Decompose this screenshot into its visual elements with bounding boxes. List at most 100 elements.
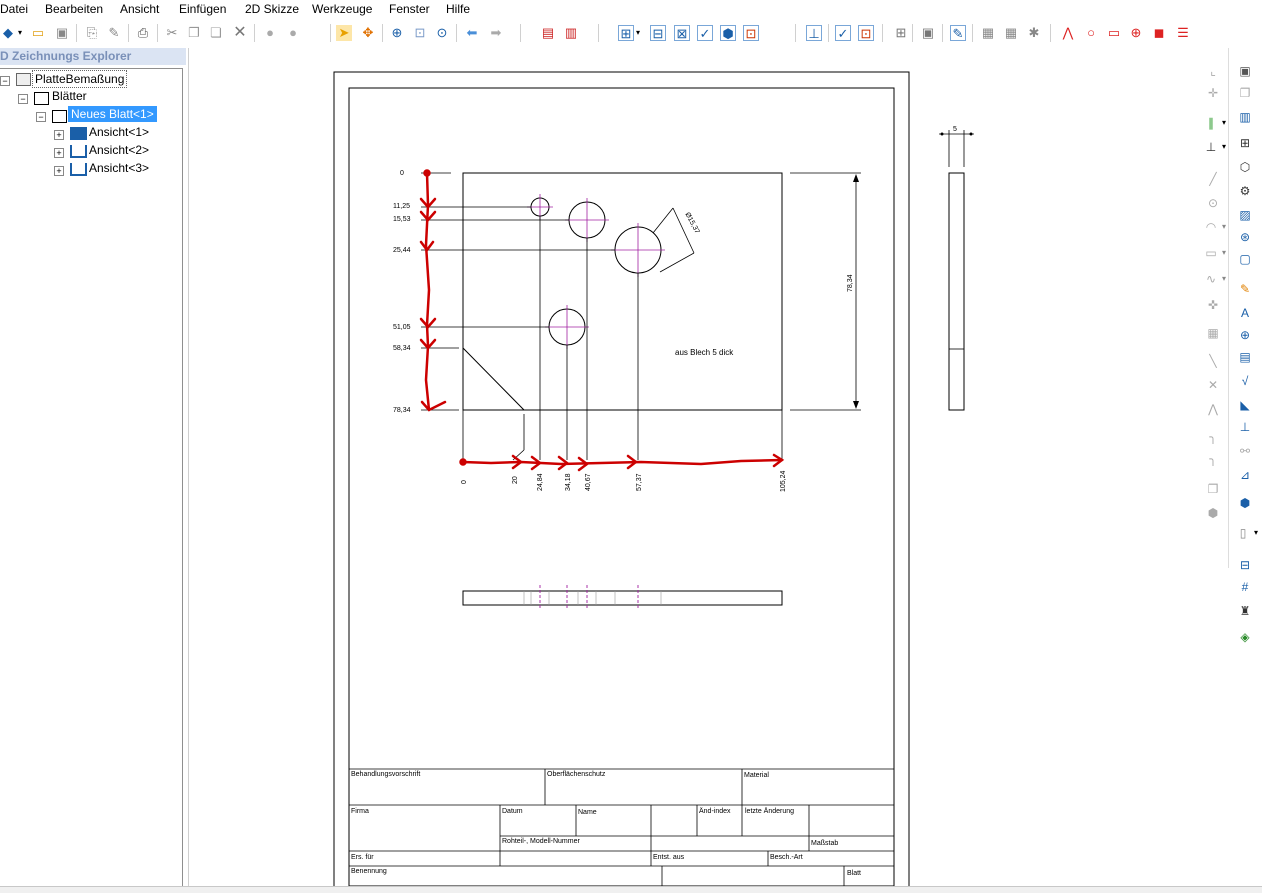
chevron-down-icon[interactable]: ▾ [1252, 526, 1260, 540]
3d-view-icon[interactable]: ⬢ [720, 25, 736, 41]
hatch-icon[interactable]: ⊕ [1128, 25, 1144, 41]
rectangle-tool-icon[interactable]: ▭ [1204, 246, 1218, 260]
collapse-toggle-icon[interactable]: − [0, 76, 10, 86]
tree-view-2[interactable]: Ansicht<2> [89, 142, 149, 158]
select-cursor-icon[interactable]: ➤ [336, 25, 352, 41]
shape-icon[interactable]: ⬢ [1238, 496, 1252, 510]
layers-icon[interactable]: ❐ [1238, 86, 1252, 100]
drawing-canvas[interactable]: Ø15,37 78,34 0 11,25 15,53 25,44 51,05 5… [188, 48, 1199, 892]
tools-icon[interactable]: ✱ [1026, 25, 1042, 41]
circle-icon[interactable]: ○ [1083, 25, 1099, 41]
parallel-lines-icon[interactable]: ∥ [1204, 116, 1218, 130]
chevron-down-icon[interactable]: ▾ [16, 25, 24, 41]
panel-icon[interactable]: ▥ [1238, 110, 1252, 124]
fillet-icon[interactable]: ╮ [1206, 430, 1220, 444]
polyline-icon[interactable]: ⋀ [1060, 25, 1076, 41]
auto-dimension-icon[interactable]: ✓ [835, 25, 851, 41]
arc-icon[interactable]: ◠ [1204, 220, 1218, 234]
chevron-down-icon[interactable]: ▾ [1220, 140, 1228, 154]
cut-icon[interactable]: ✂ [164, 25, 180, 41]
chevron-down-icon[interactable]: ▾ [1220, 116, 1228, 130]
table-icon[interactable]: ▦ [980, 25, 996, 41]
spline-icon[interactable]: ∿ [1204, 272, 1218, 286]
paste-icon[interactable]: ❏ [208, 25, 224, 41]
hole-table-icon[interactable]: ⊞ [893, 25, 909, 41]
chevron-down-icon[interactable]: ▾ [1220, 220, 1228, 234]
view-insert-icon[interactable]: ⊞ [618, 25, 634, 41]
zoom-in-icon[interactable]: ⊕ [389, 25, 405, 41]
surface-finish-icon[interactable]: √ [1238, 374, 1252, 388]
cube-edit-icon[interactable]: ⬡ [1238, 160, 1252, 174]
arrow-forward-icon[interactable]: ➡ [488, 25, 504, 41]
layer-stack-icon[interactable]: ◈ [1238, 630, 1252, 644]
export-dxf-icon[interactable]: ▥ [563, 25, 579, 41]
bom-table-icon[interactable]: ▦ [1003, 25, 1019, 41]
tree-structure-icon[interactable]: ⊞ [1238, 136, 1252, 150]
menu-hilfe[interactable]: Hilfe [446, 2, 470, 16]
datum-icon[interactable]: ▤ [1238, 350, 1252, 364]
baseline-dimension-icon[interactable]: ⊡ [858, 25, 874, 41]
arrow-back-icon[interactable]: ⬅ [464, 25, 480, 41]
undo-icon[interactable]: ● [262, 25, 278, 41]
line-icon[interactable]: ╱ [1206, 172, 1220, 186]
collapse-toggle-icon[interactable]: − [36, 112, 46, 122]
expand-toggle-icon[interactable]: + [54, 166, 64, 176]
collapse-toggle-icon[interactable]: − [18, 94, 28, 104]
point-icon[interactable]: ✛ [1206, 86, 1220, 100]
expand-toggle-icon[interactable]: + [54, 130, 64, 140]
detail-view-icon[interactable]: ✓ [697, 25, 713, 41]
settings-icon[interactable]: ⚙ [1238, 184, 1252, 198]
edit-icon[interactable]: ✎ [106, 25, 122, 41]
symbol-icon[interactable]: ⊛ [1238, 230, 1252, 244]
tree-sheets[interactable]: Blätter [52, 88, 87, 104]
zoom-window-icon[interactable]: ⊡ [412, 25, 428, 41]
centermark-icon[interactable]: ✜ [1206, 298, 1220, 312]
print-icon[interactable]: ⎙ [135, 25, 151, 41]
leader-icon[interactable]: ⊿ [1238, 468, 1252, 482]
copy-entity-icon[interactable]: ❐ [1206, 482, 1220, 496]
hatch-fill-icon[interactable]: ▦ [1206, 326, 1220, 340]
document-icon[interactable]: ▯ [1236, 526, 1250, 540]
text-tool-icon[interactable]: A [1238, 306, 1252, 320]
chain-icon[interactable]: ⚯ [1238, 444, 1252, 458]
tree-root[interactable]: PlatteBemaßung [32, 70, 128, 88]
delete-icon[interactable]: ✕ [232, 25, 248, 41]
stamp-tool-icon[interactable]: ♜ [1238, 604, 1252, 618]
tree-view-3[interactable]: Ansicht<3> [89, 160, 149, 176]
hatch-pattern-icon[interactable]: ▨ [1238, 208, 1252, 222]
cross-icon[interactable]: ✕ [1206, 378, 1220, 392]
section-view-icon[interactable]: ⊠ [674, 25, 690, 41]
zoom-fit-icon[interactable]: ⊙ [434, 25, 450, 41]
copy-icon[interactable]: ❐ [186, 25, 202, 41]
new-document-icon[interactable]: ◆ [0, 25, 16, 41]
list-icon[interactable]: ☰ [1175, 25, 1191, 41]
insert-icon[interactable]: ⎘ [84, 25, 100, 41]
note-pencil-icon[interactable]: ✎ [1238, 282, 1252, 296]
tree-view-1[interactable]: Ansicht<1> [89, 124, 149, 140]
globe-icon[interactable]: ⊕ [1238, 328, 1252, 342]
chevron-down-icon[interactable]: ▾ [1220, 272, 1228, 286]
camera-view-icon[interactable]: ▣ [1238, 64, 1252, 78]
dimension-smart-icon[interactable]: ⊥ [806, 25, 822, 41]
menu-2d-skizze[interactable]: 2D Skizze [245, 2, 299, 16]
save-icon[interactable]: ▣ [54, 25, 70, 41]
weld-symbol-icon[interactable]: ◣ [1238, 398, 1252, 412]
expand-toggle-icon[interactable]: + [54, 148, 64, 158]
frame-icon[interactable]: ▢ [1238, 252, 1252, 266]
rectangle-icon[interactable]: ▭ [1106, 25, 1122, 41]
corner-icon[interactable]: ⌞ [1206, 64, 1220, 78]
menu-ansicht[interactable]: Ansicht [120, 2, 159, 16]
stamp-icon[interactable]: ⬢ [1206, 506, 1220, 520]
circle-center-icon[interactable]: ⊙ [1206, 196, 1220, 210]
balloon-icon[interactable]: ⊥ [1238, 420, 1252, 434]
open-folder-icon[interactable]: ▭ [30, 25, 46, 41]
chevron-down-icon[interactable]: ▾ [634, 25, 642, 41]
layer-icon[interactable]: ▣ [920, 25, 936, 41]
menu-datei[interactable]: Datei [0, 2, 28, 16]
redo-icon[interactable]: ● [285, 25, 301, 41]
link-icon[interactable]: ⊟ [1238, 558, 1252, 572]
menu-bearbeiten[interactable]: Bearbeiten [45, 2, 103, 16]
export-pdf-icon[interactable]: ▤ [540, 25, 556, 41]
vertical-dimension-icon[interactable]: ⊥ [1204, 140, 1218, 154]
menu-einfuegen[interactable]: Einfügen [179, 2, 226, 16]
